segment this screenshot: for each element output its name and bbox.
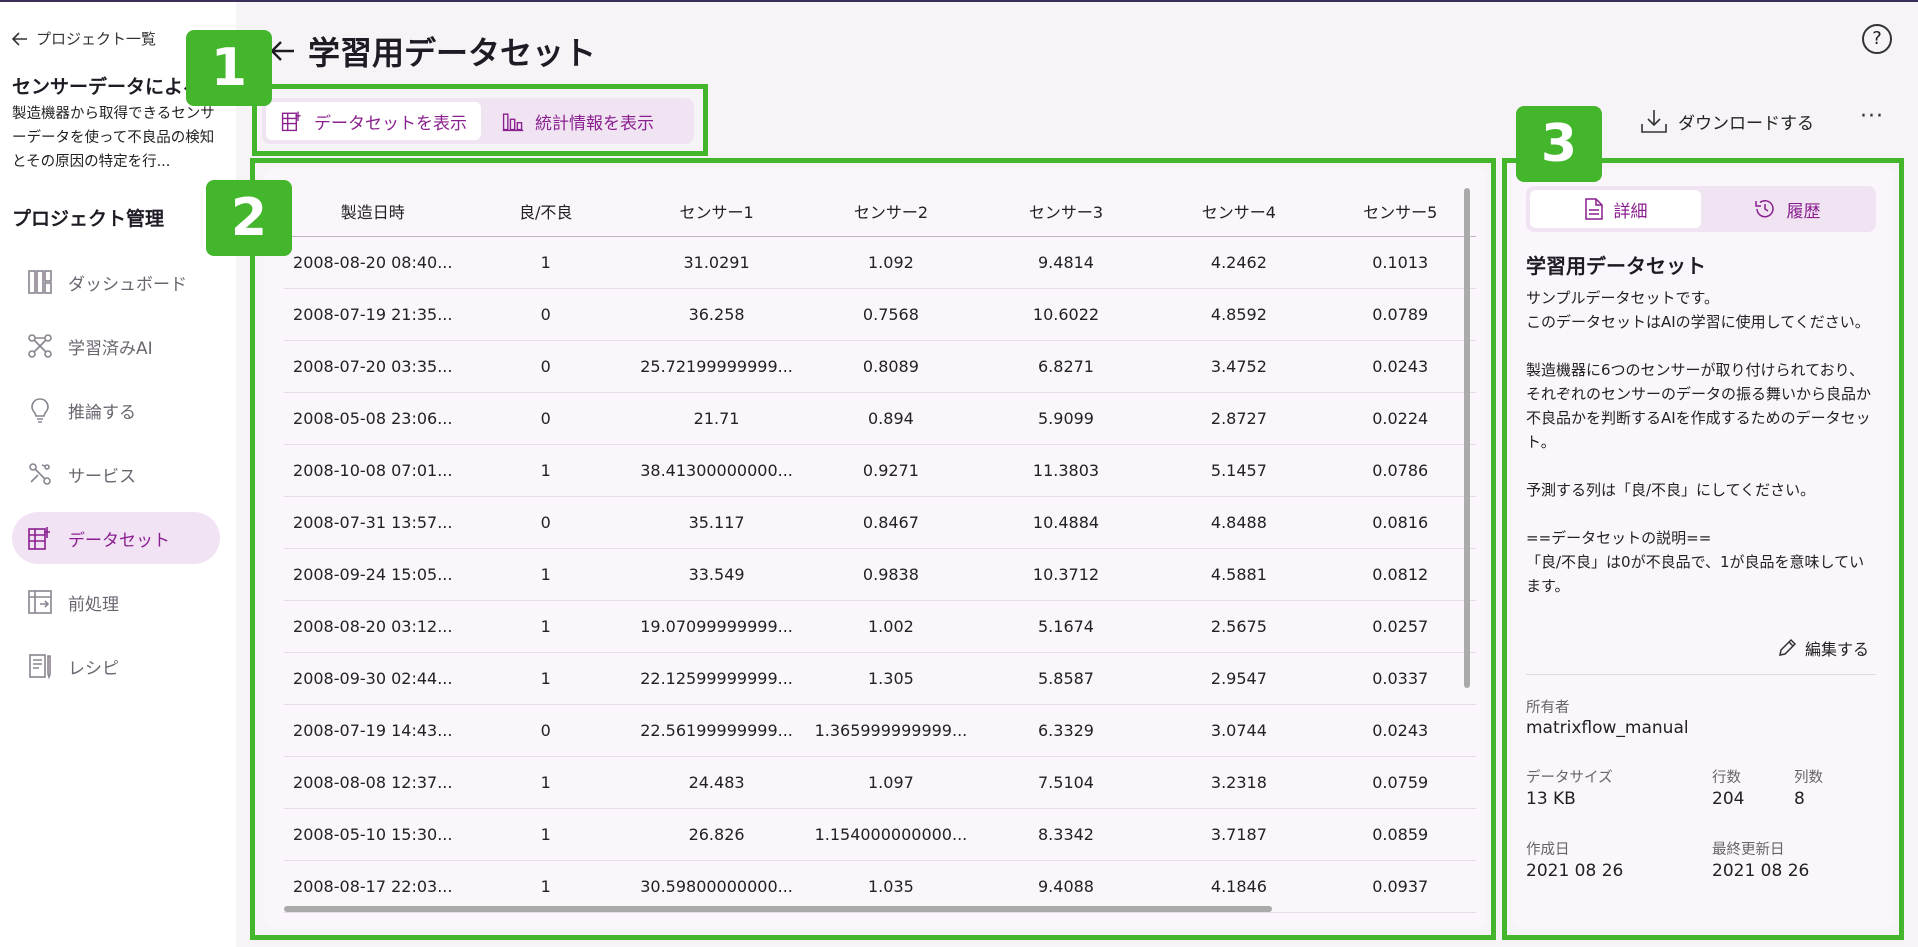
download-icon bbox=[1641, 110, 1667, 133]
annotation-number-3: 3 bbox=[1516, 106, 1602, 182]
arrow-left-icon bbox=[12, 31, 27, 46]
download-label: ダウンロードする bbox=[1678, 113, 1814, 134]
sidebar-item-dashboard[interactable]: ダッシュボード bbox=[12, 256, 220, 308]
sidebar-nav: ダッシュボード 学習済みAI 推論する サービス データセット 前処理 レシピ bbox=[12, 256, 220, 704]
service-icon bbox=[29, 463, 51, 485]
sidebar-item-dataset[interactable]: データセット bbox=[12, 512, 220, 564]
sidebar-item-label: 推論する bbox=[68, 402, 136, 423]
more-menu-button[interactable]: ··· bbox=[1860, 104, 1884, 129]
arrow-left-icon[interactable] bbox=[270, 40, 296, 62]
annotation-box-2 bbox=[250, 158, 1496, 940]
sidebar-item-label: ダッシュボード bbox=[68, 274, 187, 295]
dataset-icon bbox=[28, 527, 50, 550]
sidebar-item-inference[interactable]: 推論する bbox=[12, 384, 220, 436]
annotation-number-2: 2 bbox=[206, 180, 292, 256]
sidebar-item-label: データセット bbox=[68, 530, 170, 551]
sidebar-item-recipe[interactable]: レシピ bbox=[12, 640, 220, 692]
sidebar-item-preprocess[interactable]: 前処理 bbox=[12, 576, 220, 628]
sidebar-item-label: 学習済みAI bbox=[68, 338, 153, 359]
lightbulb-icon bbox=[31, 398, 49, 423]
sidebar-item-label: 前処理 bbox=[68, 594, 119, 615]
page-title-text: 学習用データセット bbox=[308, 34, 597, 72]
trained-ai-icon bbox=[28, 334, 52, 358]
download-button[interactable]: ダウンロードする bbox=[1640, 108, 1814, 134]
back-to-projects-link[interactable]: プロジェクト一覧 bbox=[12, 28, 156, 49]
sidebar-item-label: サービス bbox=[68, 466, 136, 487]
recipe-icon bbox=[29, 654, 51, 680]
sidebar: プロジェクト一覧 センサーデータによる 製造機器から取得できるセンサーデータを使… bbox=[0, 2, 236, 947]
annotation-box-1 bbox=[252, 84, 708, 156]
help-icon[interactable]: ? bbox=[1862, 24, 1892, 54]
sidebar-item-service[interactable]: サービス bbox=[12, 448, 220, 500]
back-link-label: プロジェクト一覧 bbox=[36, 30, 157, 48]
dashboard-icon bbox=[28, 270, 52, 294]
section-title: プロジェクト管理 bbox=[12, 208, 165, 230]
project-description: 製造機器から取得できるセンサーデータを使って不良品の検知とその原因の特定を行..… bbox=[12, 106, 215, 170]
page-title: 学習用データセット bbox=[270, 28, 596, 74]
sidebar-item-label: レシピ bbox=[68, 658, 119, 679]
sidebar-item-trained-ai[interactable]: 学習済みAI bbox=[12, 320, 220, 372]
top-border bbox=[0, 0, 1918, 2]
preprocess-icon bbox=[28, 590, 52, 614]
annotation-number-1: 1 bbox=[186, 30, 272, 106]
annotation-box-3 bbox=[1502, 158, 1904, 940]
